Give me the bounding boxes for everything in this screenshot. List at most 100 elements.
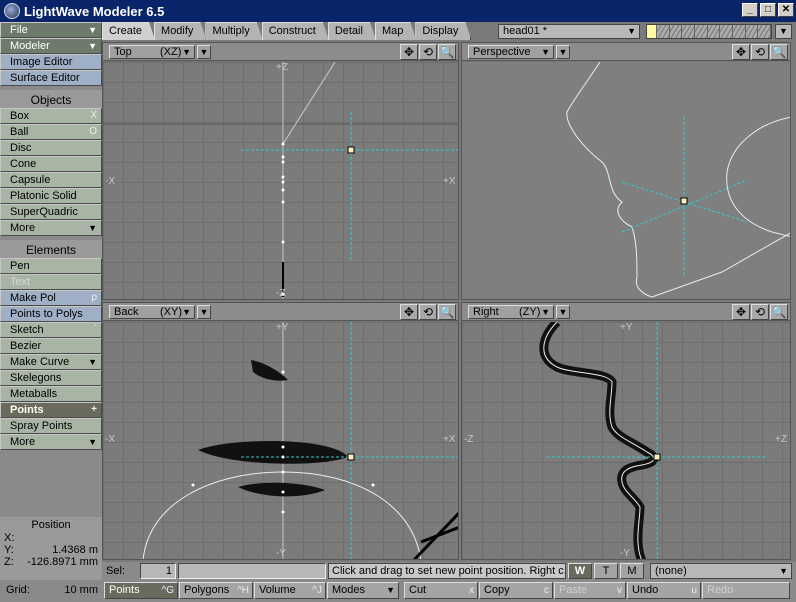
object-selector[interactable]: head01 * ▼: [498, 24, 640, 39]
y-label: Y:: [4, 544, 14, 556]
tab-create[interactable]: Create: [102, 22, 155, 40]
viewport-back[interactable]: Back (XY) ▼ ▼ ✥ ⟲ 🔍 +Y -X +X -Y: [102, 302, 459, 560]
rotate-view-icon[interactable]: ⟲: [419, 44, 437, 60]
modeler-menu[interactable]: Modeler ▼: [0, 38, 102, 54]
zoom-view-icon[interactable]: 🔍: [770, 304, 788, 320]
metaballs-button[interactable]: Metaballs: [0, 386, 102, 402]
z-value: -126.8971 mm: [27, 556, 98, 568]
capsule-button[interactable]: Capsule: [0, 172, 102, 188]
rotate-view-icon[interactable]: ⟲: [751, 304, 769, 320]
ball-button[interactable]: Ball O: [0, 124, 102, 140]
mode-t-button[interactable]: T: [594, 563, 618, 579]
layer-10[interactable]: [758, 25, 772, 38]
viewport-perspective-options[interactable]: ▼: [556, 45, 570, 59]
tab-map[interactable]: Map: [375, 22, 416, 40]
tab-multiply[interactable]: Multiply: [205, 22, 262, 40]
layer-7[interactable]: [720, 25, 734, 38]
layer-buttons[interactable]: [646, 24, 772, 39]
points-button[interactable]: Points +: [0, 402, 102, 418]
close-button[interactable]: ✕: [778, 3, 794, 17]
pen-button[interactable]: Pen: [0, 258, 102, 274]
image-editor-button[interactable]: Image Editor: [0, 54, 102, 70]
sketch-button[interactable]: Sketch `: [0, 322, 102, 338]
make-curve-menu[interactable]: Make Curve ▼: [0, 354, 102, 370]
tab-modify[interactable]: Modify: [154, 22, 206, 40]
axis-label-right: +Z: [775, 434, 787, 445]
spray-points-button[interactable]: Spray Points: [0, 418, 102, 434]
mode-w-button[interactable]: W: [568, 563, 592, 579]
points-to-polys-button[interactable]: Points to Polys: [0, 306, 102, 322]
redo-button[interactable]: Redo: [702, 582, 790, 599]
box-button[interactable]: Box X: [0, 108, 102, 124]
layer-4[interactable]: [682, 25, 696, 38]
surface-editor-button[interactable]: Surface Editor: [0, 70, 102, 86]
volume-mode-button[interactable]: Volume ^J: [254, 582, 326, 599]
viewport-back-view-menu[interactable]: Back (XY) ▼: [109, 305, 195, 319]
mode-m-button[interactable]: M: [620, 563, 644, 579]
zoom-view-icon[interactable]: 🔍: [438, 44, 456, 60]
viewport-top-options[interactable]: ▼: [197, 45, 211, 59]
move-view-icon[interactable]: ✥: [732, 304, 750, 320]
rotate-view-icon[interactable]: ⟲: [419, 304, 437, 320]
move-view-icon[interactable]: ✥: [400, 304, 418, 320]
paste-button[interactable]: Paste v: [554, 582, 626, 599]
rotate-view-icon[interactable]: ⟲: [751, 44, 769, 60]
position-title: Position: [31, 519, 71, 531]
layer-2[interactable]: [657, 25, 670, 38]
viewport-right-options[interactable]: ▼: [556, 305, 570, 319]
layer-5[interactable]: [695, 25, 708, 38]
move-view-icon[interactable]: ✥: [732, 44, 750, 60]
elements-more-menu[interactable]: More ▼: [0, 434, 102, 450]
axis-label-right: +X: [443, 434, 456, 445]
tab-construct[interactable]: Construct: [262, 22, 329, 40]
skelegons-button[interactable]: Skelegons: [0, 370, 102, 386]
viewport-right[interactable]: Right (ZY) ▼ ▼ ✥ ⟲ 🔍 +Y -Z +Z -Y: [461, 302, 791, 560]
viewport-top[interactable]: Top (XZ) ▼ ▼ ✥ ⟲ 🔍 +Z -X +X -Z: [102, 42, 459, 300]
tab-bar: Create Modify Multiply Construct Detail …: [102, 22, 470, 40]
viewport-right-view-menu[interactable]: Right (ZY) ▼: [468, 305, 554, 319]
undo-button[interactable]: Undo u: [627, 582, 701, 599]
layer-9[interactable]: [745, 25, 759, 38]
disc-button[interactable]: Disc: [0, 140, 102, 156]
text-button[interactable]: Text: [0, 274, 102, 290]
layer-1[interactable]: [647, 25, 657, 38]
file-menu[interactable]: File ▼: [0, 22, 102, 38]
layer-6[interactable]: [707, 25, 721, 38]
layers-dropdown[interactable]: ▼: [775, 24, 792, 39]
sel-label: Sel:: [106, 565, 125, 577]
objects-more-menu[interactable]: More ▼: [0, 220, 102, 236]
points-mode-button[interactable]: Points ^G: [104, 582, 178, 599]
viewport-right-canvas[interactable]: +Y -Z +Z -Y: [462, 322, 790, 559]
superquadric-button[interactable]: SuperQuadric: [0, 204, 102, 220]
cone-button[interactable]: Cone: [0, 156, 102, 172]
viewport-top-canvas[interactable]: +Z -X +X -Z: [103, 62, 458, 299]
viewport-top-view-menu[interactable]: Top (XZ) ▼: [109, 45, 195, 59]
polygons-mode-button[interactable]: Polygons ^H: [179, 582, 253, 599]
platonic-solid-button[interactable]: Platonic Solid: [0, 188, 102, 204]
selection-set-dropdown[interactable]: (none) ▼: [650, 563, 792, 579]
zoom-view-icon[interactable]: 🔍: [770, 44, 788, 60]
viewport-perspective-view-menu[interactable]: Perspective ▼: [468, 45, 554, 59]
make-pol-button[interactable]: Make Pol p: [0, 290, 102, 306]
tab-detail[interactable]: Detail: [328, 22, 376, 40]
axis-label-top: +Y: [620, 322, 633, 333]
viewport-perspective-canvas[interactable]: [462, 62, 790, 299]
bezier-button[interactable]: Bezier: [0, 338, 102, 354]
copy-button[interactable]: Copy c: [479, 582, 553, 599]
viewport-perspective[interactable]: Perspective ▼ ▼ ✥ ⟲ 🔍: [461, 42, 791, 300]
position-readout: Position X: Y: 1.4368 m Z: -126.8971 mm: [0, 517, 102, 580]
tab-display[interactable]: Display: [415, 22, 471, 40]
layer-3[interactable]: [669, 25, 683, 38]
viewport-back-canvas[interactable]: +Y -X +X -Y: [103, 322, 458, 559]
zoom-view-icon[interactable]: 🔍: [438, 304, 456, 320]
cut-button[interactable]: Cut x: [404, 582, 478, 599]
minimize-button[interactable]: _: [742, 3, 758, 17]
move-view-icon[interactable]: ✥: [400, 44, 418, 60]
objects-header: Objects: [0, 90, 102, 108]
viewport-back-options[interactable]: ▼: [197, 305, 211, 319]
maximize-button[interactable]: □: [760, 3, 776, 17]
layer-8[interactable]: [733, 25, 746, 38]
modes-menu[interactable]: Modes ▼: [327, 582, 399, 599]
info-field: [178, 563, 326, 579]
axis-label-bottom: -Y: [276, 548, 286, 559]
